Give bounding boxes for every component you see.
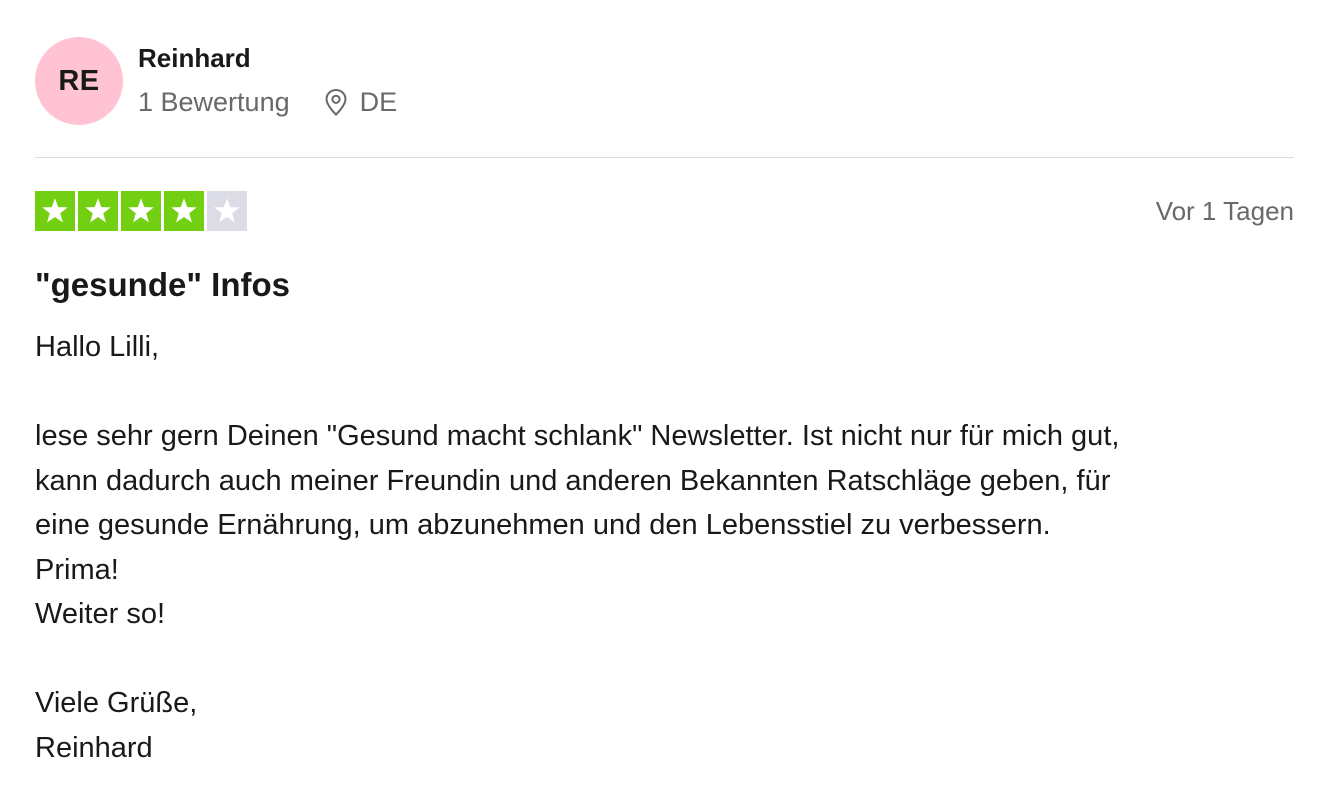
paragraph-gap: ​ bbox=[35, 370, 1294, 415]
review-date: Vor 1 Tagen bbox=[1155, 196, 1294, 226]
star-icon bbox=[85, 198, 111, 223]
star-icon bbox=[128, 198, 154, 223]
consumer-meta: 1 Bewertung DE bbox=[138, 87, 397, 118]
review-title[interactable]: "gesunde" Infos bbox=[35, 266, 290, 304]
star-icon bbox=[171, 198, 197, 223]
avatar-initials: RE bbox=[58, 64, 100, 97]
star-icon bbox=[214, 198, 240, 223]
review-body: Hallo Lilli, ​ lese sehr gern Deinen "Ge… bbox=[35, 325, 1294, 770]
star-2 bbox=[78, 191, 118, 231]
star-4 bbox=[164, 191, 204, 231]
location-pin-icon bbox=[325, 88, 347, 116]
review-paragraph: lese sehr gern Deinen "Gesund macht schl… bbox=[35, 420, 1120, 630]
consumer-location: DE bbox=[324, 87, 398, 118]
country-code: DE bbox=[359, 87, 398, 117]
star-1 bbox=[35, 191, 75, 231]
review-paragraph: Hallo Lilli, bbox=[35, 331, 160, 363]
star-3 bbox=[121, 191, 161, 231]
consumer-info: RE Reinhard 1 Bewertung DE bbox=[35, 37, 1294, 127]
review-paragraph: Viele Grüße, Reinhard bbox=[35, 687, 198, 764]
review-card: RE Reinhard 1 Bewertung DE Vor 1 Tagen "… bbox=[35, 0, 1294, 796]
star-icon bbox=[42, 198, 68, 223]
star-rating bbox=[35, 191, 250, 231]
consumer-name[interactable]: Reinhard bbox=[138, 43, 251, 74]
review-count: 1 Bewertung bbox=[138, 87, 290, 117]
avatar[interactable]: RE bbox=[35, 37, 123, 125]
divider bbox=[35, 157, 1294, 158]
paragraph-gap: ​ bbox=[35, 637, 1294, 682]
star-5 bbox=[207, 191, 247, 231]
